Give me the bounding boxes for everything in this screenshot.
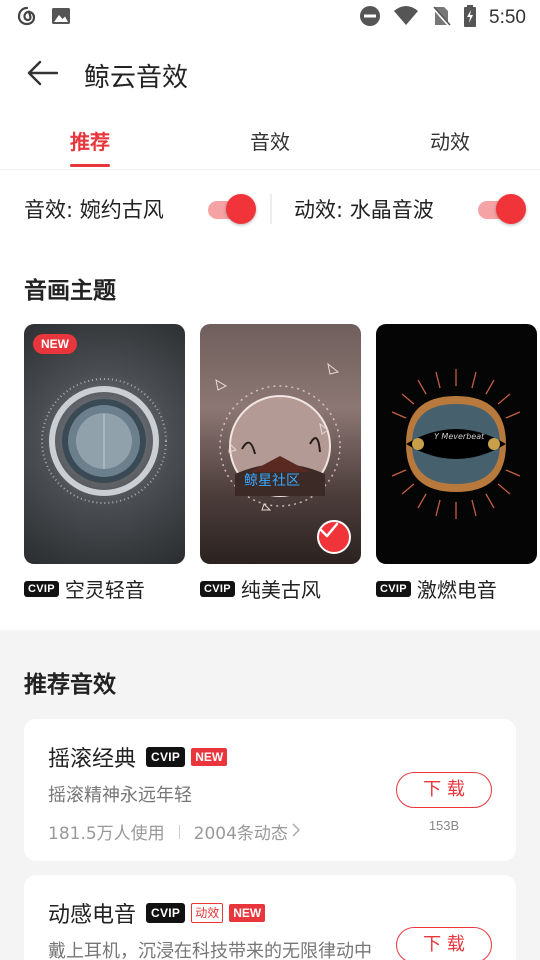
cvip-badge: CVIP [146,903,186,923]
effect-description: 摇滚精神永远年轻 [48,785,192,806]
theme-card-electronic[interactable]: Y Meverbeat CVIP 激燃电音 [376,324,537,624]
user-count: 181.5万人使用 [48,824,165,844]
page-title: 鲸云音效 [84,62,189,93]
effect-toggles: 音效: 婉约古风 动效: 水晶音波 [0,170,540,248]
sound-effect-label: 音效: 婉约古风 [24,198,164,222]
netease-music-icon [16,5,38,31]
selected-check-icon [317,520,351,554]
theme-thumbnail: Y Meverbeat [376,324,537,564]
theme-name: 空灵轻音 [64,578,145,602]
visual-effect-toggle-row: 动效: 水晶音波 [270,194,540,224]
sound-effect-switch[interactable] [206,194,256,224]
sound-effect-toggle-row: 音效: 婉约古风 [0,194,270,224]
tab-recommend[interactable]: 推荐 [0,114,180,169]
no-sim-icon [431,5,451,31]
effect-description: 戴上耳机，沉浸在科技带来的无限律动中 [48,941,372,960]
download-button[interactable]: 下 载 [396,927,492,960]
theme-thumbnail: NEW [24,324,185,564]
tab-bar: 推荐 音效 动效 [0,114,540,170]
cvip-badge: CVIP [376,580,411,597]
theme-card-classical[interactable]: 鲸星社区 CVIP 纯美古风 [200,324,361,624]
dnd-icon [359,5,381,31]
new-tag: NEW [229,904,266,922]
new-tag: NEW [191,748,228,766]
cvip-badge: CVIP [146,747,186,767]
app-header: 鲸云音效 [0,36,540,114]
themes-section-title: 音画主题 [24,278,116,304]
cvip-badge: CVIP [24,580,59,597]
battery-charging-icon [463,5,477,31]
theme-overlay-text: Y Meverbeat [434,432,485,441]
meta-divider [178,824,180,839]
effect-name: 摇滚经典 [48,747,137,772]
back-button[interactable] [24,57,60,93]
effect-card-rock[interactable]: 摇滚经典 CVIP NEW 摇滚精神永远年轻 181.5万人使用 2004条动态… [24,719,516,861]
download-size: 153B [428,818,460,833]
effect-meta: 181.5万人使用 2004条动态 [48,819,300,844]
visual-effect-tag: 动效 [191,903,224,923]
tab-visual-effects[interactable]: 动效 [360,114,540,169]
wifi-icon [393,5,419,31]
theme-thumbnail: 鲸星社区 [200,324,361,564]
effect-card-electronic[interactable]: 动感电音 CVIP 动效 NEW 戴上耳机，沉浸在科技带来的无限律动中 下 载 [24,875,516,960]
new-badge: NEW [33,334,77,354]
theme-name: 纯美古风 [240,578,321,602]
themes-carousel[interactable]: NEW CVIP 空灵轻音 鲸星社区 CVIP 纯美古风 Y Meverbeat… [0,324,540,624]
visual-effect-switch[interactable] [476,194,526,224]
status-time: 5:50 [489,7,526,28]
theme-overlay-text: 鲸星社区 [244,473,300,489]
effect-name: 动感电音 [48,903,137,928]
visual-effect-label: 动效: 水晶音波 [294,198,434,222]
tab-sound-effects[interactable]: 音效 [180,114,360,169]
recommend-section-title: 推荐音效 [24,672,116,698]
status-bar: 5:50 [0,0,540,36]
chevron-right-icon [292,822,300,842]
arrow-left-icon [26,59,59,91]
theme-name: 激燃电音 [416,578,497,602]
posts-link[interactable]: 2004条动态 [194,819,288,844]
cvip-badge: CVIP [200,580,235,597]
gallery-icon [50,5,72,31]
theme-card-ethereal[interactable]: NEW CVIP 空灵轻音 [24,324,185,624]
download-button[interactable]: 下 载 [396,772,492,808]
